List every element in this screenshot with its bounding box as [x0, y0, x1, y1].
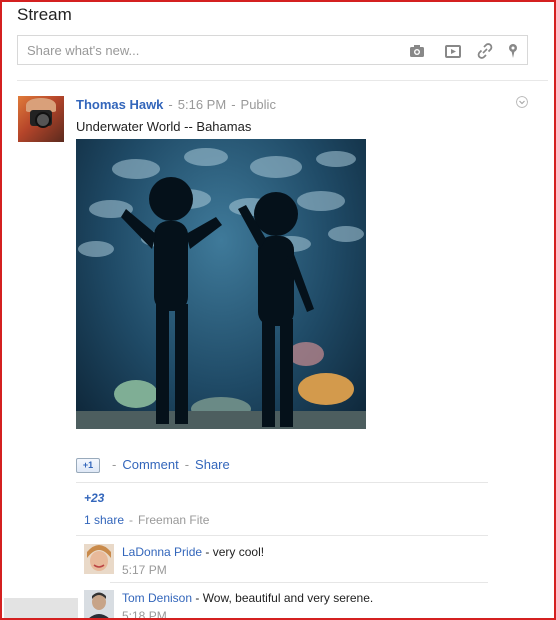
gray-panel-tab: [4, 598, 78, 618]
avatar[interactable]: [84, 590, 114, 618]
plus-one-count[interactable]: +23: [84, 491, 104, 505]
shares-summary: 1 share - Freeman Fite: [84, 513, 210, 527]
location-pin-icon[interactable]: [504, 42, 522, 60]
comment-time[interactable]: 5:17 PM: [122, 563, 167, 577]
post-actions: +1- Comment - Share: [76, 457, 230, 474]
comment-author-link[interactable]: LaDonna Pride: [122, 545, 202, 559]
divider: [110, 582, 488, 583]
divider: [76, 482, 488, 483]
plus-one-button[interactable]: +1: [76, 458, 100, 474]
chevron-down-icon[interactable]: [516, 96, 528, 108]
post-time[interactable]: 5:16 PM: [178, 97, 226, 112]
divider: [17, 80, 548, 81]
share-box[interactable]: Share what's new...: [17, 35, 528, 65]
avatar[interactable]: [84, 544, 114, 574]
divider: [76, 535, 488, 536]
shared-by-name[interactable]: Freeman Fite: [138, 513, 209, 527]
post-text: Underwater World -- Bahamas: [76, 119, 252, 134]
post-photo[interactable]: [76, 139, 366, 429]
comment-body: LaDonna Pride - very cool!: [122, 545, 264, 559]
comment-text: - very cool!: [202, 545, 265, 559]
link-icon[interactable]: [476, 42, 494, 60]
avatar[interactable]: [18, 96, 64, 142]
camera-icon[interactable]: [408, 42, 426, 60]
stream-panel: Stream Share what's new... Thomas Hawk -…: [0, 0, 556, 620]
post-header: Thomas Hawk -5:16 PM - Public: [76, 97, 276, 112]
comment-link[interactable]: Comment: [122, 457, 178, 472]
post-author-link[interactable]: Thomas Hawk: [76, 97, 163, 112]
share-input-placeholder[interactable]: Share what's new...: [27, 43, 139, 58]
comment-item: LaDonna Pride - very cool! 5:17 PM: [84, 544, 484, 580]
comment-body: Tom Denison - Wow, beautiful and very se…: [122, 591, 373, 605]
share-link[interactable]: Share: [195, 457, 230, 472]
comment-text: - Wow, beautiful and very serene.: [192, 591, 374, 605]
page-title: Stream: [17, 5, 72, 24]
comment-author-link[interactable]: Tom Denison: [122, 591, 192, 605]
comment-item: Tom Denison - Wow, beautiful and very se…: [84, 590, 484, 618]
post-visibility[interactable]: Public: [241, 97, 276, 112]
shares-count-link[interactable]: 1 share: [84, 513, 124, 527]
comment-time[interactable]: 5:18 PM: [122, 609, 167, 618]
video-icon[interactable]: [444, 42, 462, 60]
